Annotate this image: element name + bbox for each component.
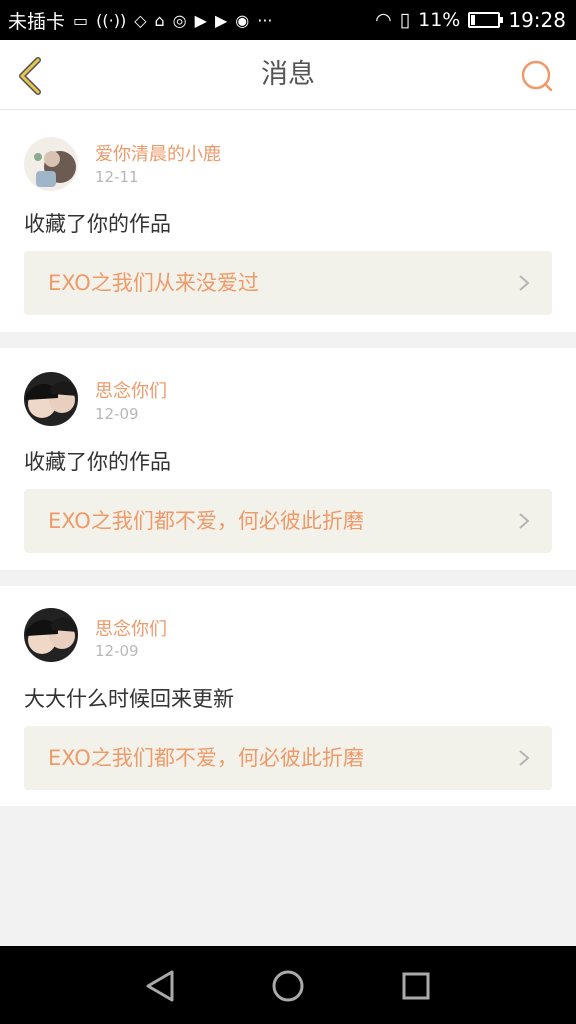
signal-icon: ((·)) [96, 10, 127, 30]
chevron-right-icon [519, 513, 530, 529]
more-icon: ··· [257, 10, 273, 30]
system-nav-bar [0, 946, 576, 1024]
phone-icon: ▯ [399, 9, 411, 31]
avatar-image-2 [24, 372, 78, 426]
app-header: 消息 [0, 40, 576, 110]
chat-icon: ◉ [235, 10, 250, 30]
play-icon: ▶ [194, 10, 207, 30]
avatar[interactable] [24, 137, 78, 191]
status-icons: ▭ ((·)) ◇ ⌂ ◎ ▶ ▶ ◉ ··· [73, 11, 272, 30]
play-icon-2: ▶ [214, 10, 228, 30]
status-right: ◠ ▯ 11% 19:28 [375, 8, 566, 32]
status-bar: 未插卡 ▭ ((·)) ◇ ⌂ ◎ ▶ ▶ ◉ ··· ◠ ▯ 11% 19:2… [0, 0, 576, 40]
carrier-label: 未插卡 [8, 10, 66, 33]
message-card: 思念你们 12-09 收藏了你的作品 EXO之我们都不爱，何必彼此折磨 [0, 348, 576, 570]
nav-back-icon[interactable] [140, 966, 180, 1006]
search-button[interactable] [520, 59, 554, 93]
message-text: 收藏了你的作品 [24, 212, 171, 236]
work-title: EXO之我们都不爱，何必彼此折磨 [48, 509, 364, 533]
chevron-right-icon [519, 750, 530, 766]
work-title: EXO之我们从来没爱过 [48, 271, 259, 295]
avatar[interactable] [24, 372, 78, 426]
message-sender[interactable]: 思念你们 [95, 377, 167, 403]
battery-percent: 11% [418, 9, 461, 31]
work-title: EXO之我们都不爱，何必彼此折磨 [48, 746, 364, 770]
message-sender[interactable]: 爱你清晨的小鹿 [95, 140, 221, 166]
chevron-right-icon [519, 275, 530, 291]
avatar-image-1 [24, 137, 78, 191]
shield-icon: ◇ [134, 10, 147, 30]
battery-icon [468, 12, 504, 28]
work-link[interactable]: EXO之我们从来没爱过 [24, 251, 552, 315]
work-link[interactable]: EXO之我们都不爱，何必彼此折磨 [24, 489, 552, 553]
message-date: 12-09 [95, 405, 139, 423]
message-text: 大大什么时候回来更新 [24, 687, 234, 711]
work-link[interactable]: EXO之我们都不爱，何必彼此折磨 [24, 726, 552, 790]
nav-home-icon[interactable] [268, 966, 308, 1006]
message-card: 思念你们 12-09 大大什么时候回来更新 EXO之我们都不爱，何必彼此折磨 [0, 586, 576, 806]
sim-icon: ▭ [73, 10, 89, 30]
weibo-icon: ◎ [172, 10, 187, 30]
message-date: 12-09 [95, 642, 139, 660]
message-date: 12-11 [95, 168, 139, 186]
message-text: 收藏了你的作品 [24, 450, 171, 474]
nav-recents-icon[interactable] [396, 966, 436, 1006]
wifi-icon: ◠ [375, 9, 392, 31]
clock: 19:28 [508, 8, 566, 32]
message-card: 爱你清晨的小鹿 12-11 收藏了你的作品 EXO之我们从来没爱过 [0, 110, 576, 332]
search-icon [521, 60, 553, 92]
broom-icon: ⌂ [154, 10, 165, 30]
avatar-image-3 [24, 608, 78, 662]
page-title: 消息 [261, 59, 315, 90]
message-sender[interactable]: 思念你们 [95, 615, 167, 641]
avatar[interactable] [24, 608, 78, 662]
